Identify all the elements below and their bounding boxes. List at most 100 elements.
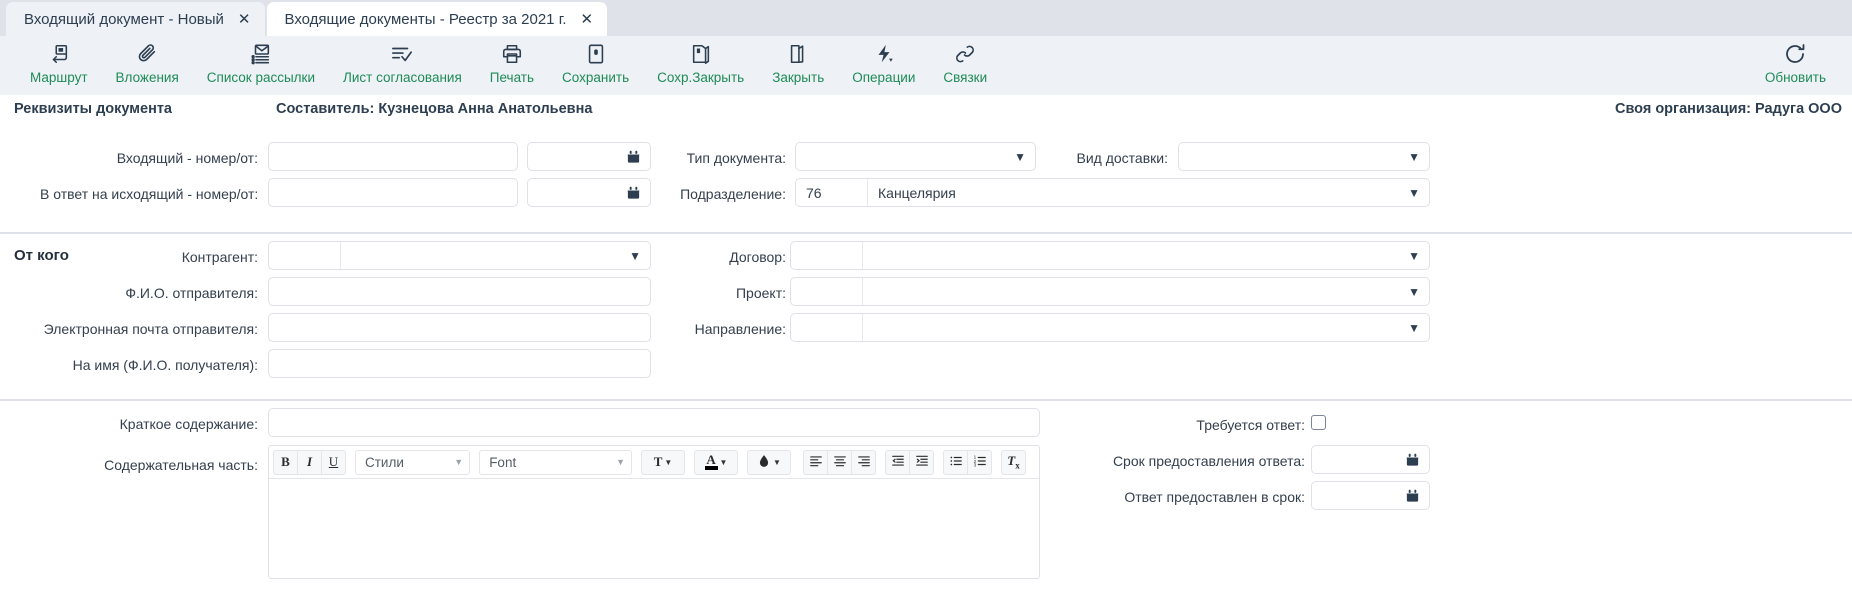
toolbar-button-close[interactable]: Закрыть: [758, 41, 838, 85]
toolbar-button-label: Вложения: [115, 70, 179, 85]
editor-outdent-button[interactable]: [885, 449, 910, 475]
sender-email-input[interactable]: [268, 313, 651, 342]
department-select[interactable]: 76 Канцелярия ▼: [795, 178, 1430, 207]
label-department: Подразделение:: [680, 186, 786, 202]
label-content-part: Содержательная часть:: [104, 457, 258, 473]
summary-input[interactable]: [268, 408, 1040, 437]
clear-format-icon: Tx: [1007, 453, 1020, 471]
toolbar-button-label: Маршрут: [30, 70, 88, 85]
toolbar-button-label: Закрыть: [772, 70, 825, 85]
toolbar-button-links[interactable]: Связки: [929, 41, 1001, 85]
editor-align-left-button[interactable]: [803, 449, 828, 475]
direction-code: [791, 314, 863, 341]
toolbar-button-label: Связки: [943, 70, 988, 85]
counterparty-select[interactable]: ▼: [268, 241, 651, 270]
tab-incoming-documents-registry[interactable]: Входящие документы - Реестр за 2021 г. ✕: [266, 2, 608, 36]
incoming-number-input[interactable]: [268, 142, 518, 171]
department-code: 76: [796, 179, 868, 206]
toolbar-button-save[interactable]: Сохранить: [548, 41, 643, 85]
reply-provided-field[interactable]: [1311, 481, 1430, 510]
close-door-icon: [787, 41, 809, 67]
mail-list-icon: [250, 41, 272, 67]
editor-numbered-list-button[interactable]: 123: [967, 449, 992, 475]
tab-close-icon[interactable]: ✕: [581, 12, 594, 27]
project-code: [791, 278, 863, 305]
delivery-type-select[interactable]: ▼: [1178, 142, 1430, 171]
label-sender-email: Электронная почта отправителя:: [43, 321, 258, 337]
toolbar-button-refresh[interactable]: Обновить: [1751, 41, 1852, 85]
calendar-icon: [1406, 489, 1419, 502]
editor-group-highlight: ▼: [747, 449, 791, 475]
toolbar-button-print[interactable]: Печать: [476, 41, 548, 85]
tab-close-icon[interactable]: ✕: [238, 12, 251, 27]
label-reply-required: Требуется ответ:: [1196, 417, 1305, 433]
editor-align-center-button[interactable]: [827, 449, 852, 475]
label-reply-provided: Ответ предоставлен в срок:: [1124, 489, 1305, 505]
editor-indent-button[interactable]: [909, 449, 934, 475]
editor-underline-button[interactable]: U: [321, 449, 346, 475]
tab-label: Входящий документ - Новый: [24, 10, 224, 28]
editor-highlight-button[interactable]: ▼: [747, 449, 791, 475]
reply-to-outgoing-input[interactable]: [268, 178, 518, 207]
editor-italic-button[interactable]: I: [297, 449, 322, 475]
approval-sheet-icon: [391, 41, 413, 67]
contract-select[interactable]: ▼: [790, 241, 1430, 270]
save-icon: [585, 41, 607, 67]
editor-styles-value: Стили: [365, 454, 404, 470]
page-title: Реквизиты документа: [14, 101, 172, 117]
tab-incoming-document-new[interactable]: Входящий документ - Новый ✕: [6, 2, 265, 36]
save-close-icon: [690, 41, 712, 67]
toolbar-button-approval-sheet[interactable]: Лист согласования: [329, 41, 476, 85]
label-contract: Договор:: [729, 249, 786, 265]
content-editor-body[interactable]: [269, 479, 1039, 578]
chevron-down-icon: ▼: [664, 457, 673, 467]
editor-font-select[interactable]: Font ▼: [479, 449, 632, 475]
editor-group-textstyle: B I U: [273, 449, 346, 475]
document-header: Реквизиты документа Составитель: Кузнецо…: [0, 95, 1852, 124]
toolbar-button-label: Сохр.Закрыть: [657, 70, 745, 85]
toolbar-button-save-and-close[interactable]: Сохр.Закрыть: [643, 41, 758, 85]
content-rich-text-editor[interactable]: B I U Стили ▼ Font ▼ ⁠T ▼: [268, 445, 1040, 579]
toolbar-button-attachments[interactable]: Вложения: [102, 41, 193, 85]
label-summary: Краткое содержание:: [119, 416, 258, 432]
label-direction: Направление:: [694, 321, 786, 337]
chevron-down-icon: ▼: [773, 457, 781, 467]
highlight-icon: [757, 454, 771, 471]
toolbar-button-mailing-list[interactable]: Список рассылки: [193, 41, 329, 85]
refresh-icon: [1783, 41, 1807, 67]
toolbar-button-route[interactable]: Маршрут: [16, 41, 102, 85]
toolbar-button-label: Лист согласования: [343, 70, 462, 85]
editor-font-size-button[interactable]: ⁠T ▼: [641, 449, 685, 475]
editor-bold-button[interactable]: B: [273, 449, 298, 475]
editor-group-fontsize: ⁠T ▼: [641, 449, 685, 475]
toolbar-button-operations[interactable]: Операции: [838, 41, 929, 85]
recipient-name-input[interactable]: [268, 349, 651, 378]
link-icon: [954, 41, 976, 67]
sender-name-input[interactable]: [268, 277, 651, 306]
editor-toolbar: B I U Стили ▼ Font ▼ ⁠T ▼: [269, 446, 1039, 479]
toolbar-button-label: Обновить: [1764, 70, 1826, 85]
indent-icon: [915, 454, 929, 471]
label-delivery-type: Вид доставки:: [1076, 150, 1169, 166]
editor-group-lists: 123: [943, 449, 992, 475]
contract-code: [791, 242, 863, 269]
printer-icon: [501, 41, 523, 67]
editor-bullet-list-button[interactable]: [943, 449, 968, 475]
toolbar-button-label: Сохранить: [562, 70, 630, 85]
editor-text-color-button[interactable]: A ▼: [694, 449, 738, 475]
reply-deadline-field[interactable]: [1311, 445, 1430, 474]
document-form: Входящий - номер/от: Тип документа: ▼ Ви…: [0, 124, 1852, 579]
editor-align-right-button[interactable]: [851, 449, 876, 475]
reply-required-checkbox[interactable]: [1311, 415, 1326, 430]
label-reply-deadline: Срок предоставления ответа:: [1112, 453, 1305, 469]
numbered-list-icon: 123: [973, 454, 987, 471]
editor-styles-select[interactable]: Стили ▼: [355, 449, 471, 475]
editor-clear-format-button[interactable]: Tx: [1001, 449, 1026, 475]
chevron-down-icon: ▼: [1408, 284, 1420, 299]
project-select[interactable]: ▼: [790, 277, 1430, 306]
chevron-down-icon: ▼: [1408, 149, 1420, 164]
label-project: Проект:: [735, 285, 786, 301]
text-size-icon: ⁠T: [653, 454, 663, 469]
align-center-icon: [833, 454, 847, 471]
direction-select[interactable]: ▼: [790, 313, 1430, 342]
